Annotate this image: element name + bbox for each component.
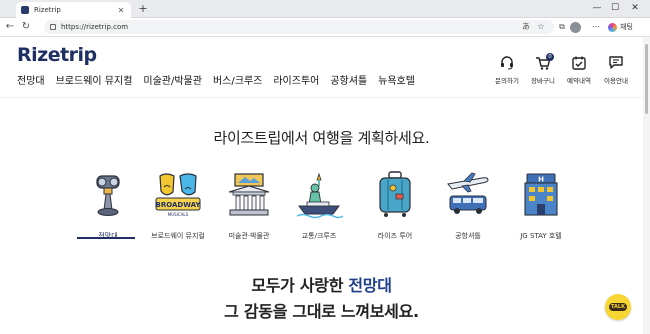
statue-of-liberty-icon xyxy=(296,172,344,219)
tab-close-icon[interactable]: ✕ xyxy=(116,6,126,15)
browser-tab-bar: Rizetrip ✕ + — ☐ ✕ xyxy=(0,0,650,18)
quick-link-cart[interactable]: 0 장바구니 xyxy=(523,53,563,85)
address-bar[interactable]: https://rizetrip.com xyxy=(44,20,554,34)
new-tab-button[interactable]: + xyxy=(137,1,149,16)
back-icon[interactable]: ← xyxy=(4,20,16,34)
kakao-talk-button[interactable]: TALK xyxy=(605,294,631,320)
quick-link-label: 이용안내 xyxy=(604,77,628,85)
category-rize-tour[interactable]: 라이즈 투어 xyxy=(362,170,428,241)
promo-prefix: 모두가 사랑한 xyxy=(251,276,349,295)
binoculars-icon xyxy=(96,175,120,216)
category-airport-shuttle[interactable]: 공항셔틀 xyxy=(435,170,501,241)
promo-highlight: 전망대 xyxy=(348,276,392,295)
lock-icon xyxy=(50,24,56,30)
translate-icon[interactable]: あ xyxy=(520,21,532,33)
musicals-illustration-text: MUSICALS xyxy=(168,212,189,217)
category-hotel[interactable]: H JG STAY 호텔 xyxy=(508,170,574,241)
nav-item-nyc-hotel[interactable]: 뉴욕호텔 xyxy=(378,72,415,87)
suitcase-icon xyxy=(379,171,411,217)
category-label: JG STAY 호텔 xyxy=(520,232,562,240)
category-transport-cruise[interactable]: 교통/크루즈 xyxy=(286,170,352,241)
nav-item-bus-cruise[interactable]: 버스/크루즈 xyxy=(213,72,262,87)
category-label: 미술관·박물관 xyxy=(228,232,270,240)
browser-tab[interactable]: Rizetrip ✕ xyxy=(16,2,131,18)
site-logo[interactable]: Rizetrip xyxy=(17,44,127,66)
maximize-button[interactable]: ☐ xyxy=(608,1,622,16)
quick-link-label: 문의하기 xyxy=(495,77,519,85)
chat-icon xyxy=(609,56,623,69)
nav-item-rize-tour[interactable]: 라이즈투어 xyxy=(273,72,319,87)
header-divider xyxy=(0,97,643,98)
calendar-check-icon xyxy=(572,56,586,70)
more-menu-icon[interactable]: ⋯ xyxy=(590,21,602,33)
logo-text: Rizetrip xyxy=(17,44,97,66)
category-broadway[interactable]: BROADWAY MUSICALS 브로드웨이 뮤지컬 xyxy=(145,170,211,241)
copilot-button[interactable]: 채팅 xyxy=(608,20,633,34)
url-text: https://rizetrip.com xyxy=(61,23,129,31)
hotel-icon: H xyxy=(524,173,558,216)
quick-link-label: 장바구니 xyxy=(531,77,555,85)
category-label: 브로드웨이 뮤지컬 xyxy=(151,232,205,240)
active-category-underline xyxy=(77,237,135,239)
page-headline: 라이즈트립에서 여행을 계획하세요. xyxy=(213,129,430,147)
headset-icon xyxy=(501,56,513,70)
quick-link-inquiry[interactable]: 문의하기 xyxy=(487,55,527,85)
collections-icon[interactable]: ⧉ xyxy=(556,21,568,33)
nav-item-museum[interactable]: 미술관/박물관 xyxy=(143,72,202,87)
site-favicon-icon xyxy=(21,6,29,14)
quick-link-label: 예약내역 xyxy=(567,77,591,85)
promo-heading-line2: 그 감동을 그대로 느껴보세요. xyxy=(224,302,419,321)
broadway-illustration-text: BROADWAY xyxy=(156,201,202,209)
browser-toolbar: ← ↻ https://rizetrip.com あ ☆ ⧉ ⋯ xyxy=(0,18,650,37)
tab-title: Rizetrip xyxy=(34,6,61,14)
quick-link-reservations[interactable]: 예약내역 xyxy=(559,55,599,85)
museum-icon xyxy=(228,173,270,216)
favorite-star-icon[interactable]: ☆ xyxy=(535,21,547,33)
profile-avatar[interactable] xyxy=(570,22,581,33)
nav-item-observatory[interactable]: 전망대 xyxy=(17,72,45,87)
copilot-icon xyxy=(608,22,617,32)
category-museum[interactable]: 미술관·박물관 xyxy=(216,170,282,241)
scrollbar-thumb[interactable] xyxy=(645,44,648,114)
category-bar: 전망대 BROADWAY MUSICALS 브로드웨이 뮤지컬 미술관·박물관 xyxy=(75,170,575,245)
broadway-masks-icon: BROADWAY MUSICALS xyxy=(155,173,202,217)
category-observatory[interactable]: 전망대 xyxy=(75,170,141,241)
category-label: 공항셔틀 xyxy=(455,232,481,240)
minimize-button[interactable]: — xyxy=(590,1,604,16)
airplane-shuttle-icon xyxy=(447,172,489,214)
close-window-button[interactable]: ✕ xyxy=(628,1,642,16)
nav-item-broadway[interactable]: 브로드웨이 뮤지컬 xyxy=(56,72,133,87)
main-nav: 전망대 브로드웨이 뮤지컬 미술관/박물관 버스/크루즈 라이즈투어 공항셔틀 … xyxy=(17,72,415,87)
talk-label: TALK xyxy=(609,303,627,311)
category-label: 전망대 xyxy=(98,232,118,240)
hotel-illustration-text: H xyxy=(538,176,544,184)
nav-item-airport-shuttle[interactable]: 공항셔틀 xyxy=(330,72,367,87)
copilot-label: 채팅 xyxy=(620,23,633,31)
category-label: 교통/크루즈 xyxy=(301,232,337,240)
cart-count-badge: 0 xyxy=(546,53,554,61)
category-label: 라이즈 투어 xyxy=(377,232,413,240)
promo-heading-line1: 모두가 사랑한 전망대 xyxy=(0,272,643,296)
refresh-icon[interactable]: ↻ xyxy=(20,20,32,34)
quick-link-guide[interactable]: 이용안내 xyxy=(596,55,636,85)
